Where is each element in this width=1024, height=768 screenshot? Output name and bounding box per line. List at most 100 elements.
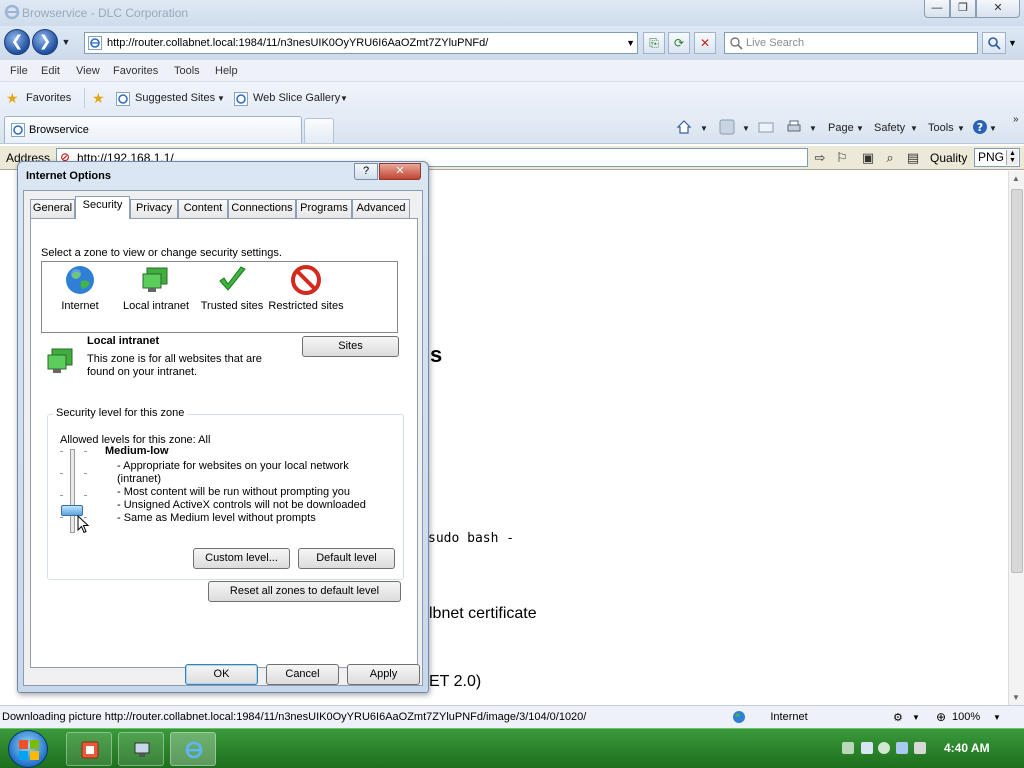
zone-internet[interactable]: Internet <box>42 264 118 313</box>
tab-general[interactable]: General <box>30 199 75 218</box>
tab-privacy[interactable]: Privacy <box>130 199 178 218</box>
clipboard-icon[interactable]: ▤ <box>905 150 921 166</box>
tab-content[interactable]: Content <box>178 199 228 218</box>
help-dropdown[interactable]: ▼ <box>989 124 997 133</box>
web-slice-gallery-link[interactable]: Web Slice Gallery <box>253 92 340 104</box>
home-dropdown[interactable]: ▼ <box>700 124 708 133</box>
menu-help[interactable]: Help <box>215 65 238 77</box>
search-options-dropdown[interactable]: ▼ <box>1008 38 1017 48</box>
tab-programs[interactable]: Programs <box>296 199 352 218</box>
reset-all-zones-button[interactable]: Reset all zones to default level <box>208 581 401 602</box>
dialog-help-button[interactable]: ? <box>354 163 378 180</box>
default-level-button[interactable]: Default level <box>298 548 395 569</box>
menu-favorites[interactable]: Favorites <box>113 65 158 77</box>
internet-options-dialog: Internet Options ? ✕ General Security Pr… <box>17 161 429 693</box>
slider-tick <box>60 495 63 496</box>
url-input[interactable]: http://router.collabnet.local:1984/11/n3… <box>84 32 638 54</box>
suggested-sites-link[interactable]: Suggested Sites <box>135 92 215 104</box>
windows-logo-icon <box>19 740 39 760</box>
tab-browservice[interactable]: Browservice <box>4 116 302 143</box>
level-bullet-1: - Appropriate for websites on your local… <box>117 460 349 472</box>
zoom-level[interactable]: 100% <box>952 711 980 723</box>
custom-level-button[interactable]: Custom level... <box>193 548 290 569</box>
zone-local-intranet[interactable]: Local intranet <box>118 264 194 313</box>
forward-button[interactable]: ❯ <box>32 29 58 55</box>
print-dropdown[interactable]: ▼ <box>809 124 817 133</box>
monitor-icon <box>142 267 168 292</box>
slider-tick <box>60 473 63 474</box>
sites-button[interactable]: Sites <box>302 336 399 357</box>
page-scrollbar[interactable]: ▲ ▼ <box>1008 171 1024 705</box>
quality-spinner-icon[interactable]: ▲ ▼ <box>1006 150 1018 165</box>
scrollbar-thumb[interactable] <box>1011 189 1023 573</box>
start-button[interactable] <box>8 730 48 768</box>
protected-mode-icon[interactable]: ⚙ <box>893 711 903 724</box>
tray-network-icon[interactable] <box>861 742 873 754</box>
security-level-slider-track[interactable] <box>70 449 75 533</box>
feeds-icon[interactable] <box>719 119 735 135</box>
go-arrow-icon[interactable]: ⇨ <box>812 150 828 166</box>
security-zone-status[interactable]: Internet <box>751 711 827 723</box>
tab-security[interactable]: Security <box>75 196 130 219</box>
minimize-button[interactable]: — <box>924 0 950 18</box>
suggested-sites-icon <box>116 92 130 106</box>
system-clock[interactable]: 4:40 AM <box>944 741 990 755</box>
mail-icon[interactable] <box>758 119 774 135</box>
bookmark-icon[interactable]: ⚐ <box>834 150 850 166</box>
protected-mode-dropdown[interactable]: ▼ <box>912 713 920 722</box>
zone-restricted-sites[interactable]: Restricted sites <box>268 264 344 313</box>
print-icon[interactable] <box>786 119 802 135</box>
zone-trusted-sites-label: Trusted sites <box>200 300 264 312</box>
tray-volume-icon[interactable] <box>914 742 926 754</box>
scroll-down-icon[interactable]: ▼ <box>1012 693 1020 702</box>
checkmark-icon <box>219 266 246 291</box>
taskbar-app-internet-explorer[interactable] <box>170 732 216 766</box>
find-icon[interactable]: ⌕ <box>882 150 898 166</box>
search-input[interactable]: Live Search <box>724 32 978 54</box>
quality-select[interactable]: PNG ▲ ▼ <box>974 148 1020 167</box>
tab-connections[interactable]: Connections <box>228 199 296 218</box>
zone-trusted-sites[interactable]: Trusted sites <box>194 264 270 313</box>
tray-update-icon[interactable] <box>896 742 908 754</box>
menu-file[interactable]: File <box>10 65 28 77</box>
url-dropdown-icon[interactable]: ▼ <box>626 38 635 48</box>
favorites-button[interactable]: Favorites <box>26 92 71 104</box>
dialog-close-button[interactable]: ✕ <box>379 163 421 180</box>
suggested-sites-dropdown[interactable]: ▼ <box>217 94 225 103</box>
back-button[interactable]: ❮ <box>4 29 30 55</box>
compatibility-view-button[interactable]: ⎘ <box>643 32 665 54</box>
taskbar-app-network[interactable] <box>118 732 164 766</box>
new-tab-button[interactable] <box>304 118 334 143</box>
menu-tools[interactable]: Tools <box>174 65 200 77</box>
command-bar-overflow[interactable]: » <box>1013 114 1019 125</box>
slider-tick <box>84 473 87 474</box>
status-message: Downloading picture http://router.collab… <box>2 711 587 723</box>
tab-advanced[interactable]: Advanced <box>352 199 410 218</box>
zone-internet-label: Internet <box>61 300 99 312</box>
history-dropdown-button[interactable]: ▼ <box>60 37 72 47</box>
page-menu[interactable]: Page <box>828 122 854 134</box>
tray-wrench-icon[interactable] <box>842 742 854 754</box>
menu-edit[interactable]: Edit <box>41 65 60 77</box>
close-window-button[interactable]: ✕ <box>976 0 1020 18</box>
tools-menu[interactable]: Tools <box>928 122 954 134</box>
help-icon[interactable]: ? <box>972 119 988 135</box>
search-go-button[interactable] <box>982 32 1006 54</box>
feeds-dropdown[interactable]: ▼ <box>742 124 750 133</box>
screenshot-icon[interactable]: ▣ <box>860 150 876 166</box>
stop-button[interactable]: ✕ <box>694 32 716 54</box>
maximize-button[interactable]: ❐ <box>950 0 976 18</box>
cancel-button[interactable]: Cancel <box>266 664 339 685</box>
refresh-button[interactable]: ⟳ <box>668 32 690 54</box>
ok-button[interactable]: OK <box>185 664 258 685</box>
home-icon[interactable] <box>676 119 692 135</box>
menu-view[interactable]: View <box>76 65 100 77</box>
taskbar-app-media[interactable] <box>66 732 112 766</box>
safety-menu[interactable]: Safety <box>874 122 905 134</box>
tray-security-icon[interactable] <box>878 742 890 754</box>
zoom-dropdown[interactable]: ▼ <box>993 713 1001 722</box>
apply-button[interactable]: Apply <box>347 664 420 685</box>
add-favorite-icon[interactable]: ★ <box>92 91 106 105</box>
web-slice-dropdown[interactable]: ▼ <box>340 94 348 103</box>
scroll-up-icon[interactable]: ▲ <box>1012 174 1020 183</box>
